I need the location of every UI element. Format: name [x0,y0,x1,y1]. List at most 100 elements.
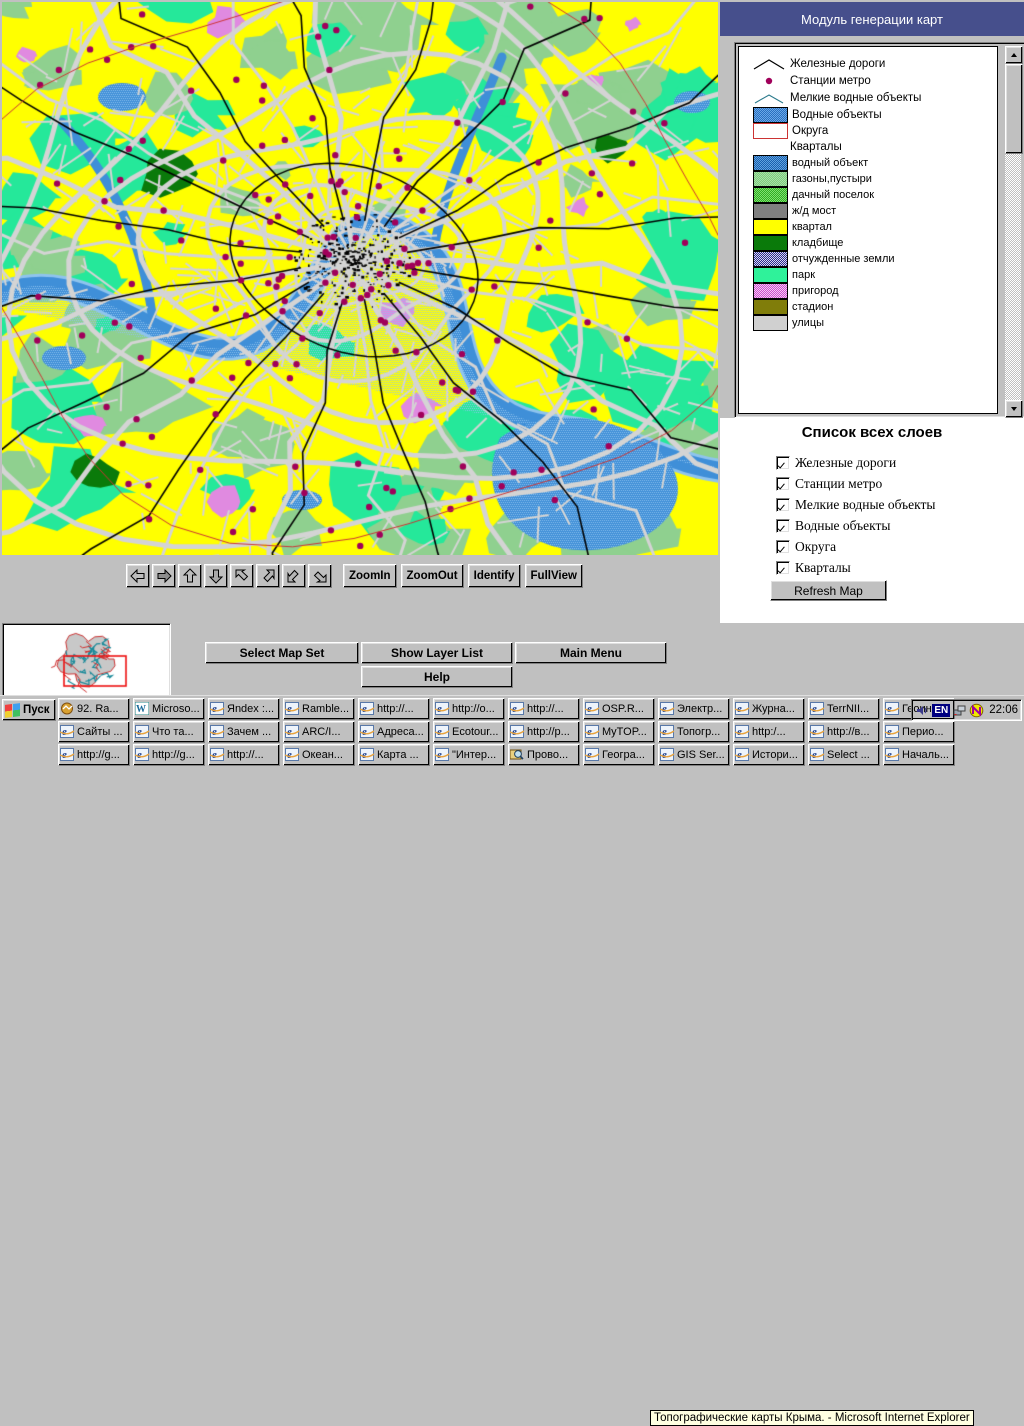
taskbar-button[interactable]: e Журна... [733,698,805,720]
taskbar-button[interactable]: e Что та... [133,721,205,743]
taskbar-button[interactable]: e Началь... [883,744,955,766]
district-swatch [753,123,788,139]
ie-icon: e [585,725,600,739]
layer-checkbox-water[interactable] [776,519,790,533]
pan-up-button[interactable] [178,564,202,588]
legend-scrollbar[interactable] [1005,46,1023,418]
pan-down-button[interactable] [204,564,228,588]
taskbar-button[interactable]: e Океан... [283,744,355,766]
taskbar-button[interactable]: e OSP.R... [583,698,655,720]
taskbar-button[interactable]: Прово... [508,744,580,766]
pan-southeast-button[interactable] [308,564,332,588]
layer-checkbox-districts[interactable] [776,540,790,554]
legend-group-label: Кварталы [753,139,997,155]
taskbar-button[interactable]: e Select ... [808,744,880,766]
show-layer-list-button[interactable]: Show Layer List [361,642,513,664]
taskbar-button[interactable]: e http://o... [433,698,505,720]
layer-list-title: Список всех слоев [801,424,943,441]
taskbar-button[interactable]: e http://... [208,744,280,766]
scrollbar-thumb[interactable] [1005,64,1023,154]
layer-checkbox-row[interactable]: Станции метро [776,476,1024,492]
language-indicator[interactable]: EN [932,703,951,717]
zoom-out-button[interactable]: ZoomOut [400,564,464,588]
pan-right-button[interactable] [152,564,176,588]
overview-canvas[interactable] [4,625,167,693]
taskbar-button[interactable]: e TerrNII... [808,698,880,720]
taskbar-button[interactable]: e http://... [508,698,580,720]
layer-checkbox-row[interactable]: Водные объекты [776,518,1024,534]
taskbar-button[interactable]: 92. Ra... [58,698,130,720]
taskbar-button[interactable]: e http://p... [508,721,580,743]
layer-checkbox-row[interactable]: Кварталы [776,560,1024,576]
help-button[interactable]: Help [361,666,513,688]
layer-checkbox-small-water[interactable] [776,498,790,512]
taskbar-button[interactable]: e Электр... [658,698,730,720]
map-image[interactable] [2,2,718,555]
identify-button[interactable]: Identify [467,564,521,588]
taskbar-button[interactable]: e ARC/I... [283,721,355,743]
overview-map-thumbnail[interactable] [2,623,171,697]
legend-class-streets: улицы [753,315,997,331]
layer-checkbox-row[interactable]: Округа [776,539,1024,555]
scroll-down-button[interactable] [1005,400,1023,418]
svg-text:e: e [212,703,217,715]
taskbar-button[interactable]: e MyTOP... [583,721,655,743]
arrow-up-icon [1011,53,1017,57]
pan-southwest-button[interactable] [282,564,306,588]
svg-text:e: e [812,749,817,761]
ie-icon: e [135,748,150,762]
taskbar-button[interactable]: e http://g... [133,744,205,766]
taskbar-button[interactable]: e Перио... [883,721,955,743]
ie-icon: e [660,702,675,716]
map-generator-panel: Модуль генерации карт Железные дороги Ст… [720,0,1024,623]
network-icon[interactable] [952,703,967,718]
taskbar-button[interactable]: e http://в... [808,721,880,743]
taskbar-button[interactable]: W Microso... [133,698,205,720]
layer-checkbox-blocks[interactable] [776,561,790,575]
taskbar-button[interactable]: e Ecotour... [433,721,505,743]
taskbar-button[interactable]: e Карта ... [358,744,430,766]
select-map-set-button[interactable]: Select Map Set [205,642,359,664]
pan-northwest-button[interactable] [230,564,254,588]
taskbar-button[interactable]: e http://... [358,698,430,720]
taskbar-button-label: Журна... [752,703,795,715]
legend-class-lawns: газоны,пустыри [753,171,997,187]
taskbar-button[interactable]: e "Интер... [433,744,505,766]
taskbar-button[interactable]: e Топогр... [658,721,730,743]
clock[interactable]: 22:06 [989,704,1018,716]
taskbar-button[interactable]: e Истори... [733,744,805,766]
start-label: Пуск [23,704,50,716]
pan-northeast-button[interactable] [256,564,280,588]
scrollbar-track[interactable] [1005,154,1021,400]
ie-icon: e [810,702,825,716]
pan-left-button[interactable] [126,564,150,588]
scroll-up-button[interactable] [1005,46,1023,64]
taskbar-button[interactable]: e GIS Ser... [658,744,730,766]
taskbar-button[interactable]: e Геогра... [583,744,655,766]
taskbar-button[interactable]: e http:/... [733,721,805,743]
layer-checkbox-row[interactable]: Мелкие водные объекты [776,497,1024,513]
explorer-icon [510,748,525,762]
taskbar-button[interactable]: e Яndex :... [208,698,280,720]
layer-checkbox-railways[interactable] [776,456,790,470]
full-view-button[interactable]: FullView [524,564,583,588]
refresh-map-button[interactable]: Refresh Map [770,580,887,601]
layer-checkbox-row[interactable]: Железные дороги [776,455,1024,471]
svg-text:e: e [587,726,592,738]
zoom-in-button[interactable]: ZoomIn [343,564,397,588]
taskbar-button[interactable]: e Ramble... [283,698,355,720]
taskbar-button[interactable]: e Сайты ... [58,721,130,743]
speaker-icon[interactable] [915,703,930,718]
taskbar-button[interactable]: e http://g... [58,744,130,766]
main-menu-button[interactable]: Main Menu [515,642,667,664]
page-action-buttons: Select Map Set Show Layer List Main Menu… [175,620,720,695]
page-content: ZoomIn ZoomOut Identify FullView Select … [0,0,1024,697]
taskbar-button[interactable]: e Адреса... [358,721,430,743]
map-canvas[interactable] [2,2,718,555]
legend-class-park: парк [753,267,997,283]
taskbar-button[interactable]: e Зачем ... [208,721,280,743]
start-button[interactable]: Пуск [2,699,56,721]
norton-icon[interactable] [969,703,984,718]
app-icon [60,702,75,716]
layer-checkbox-metro[interactable] [776,477,790,491]
